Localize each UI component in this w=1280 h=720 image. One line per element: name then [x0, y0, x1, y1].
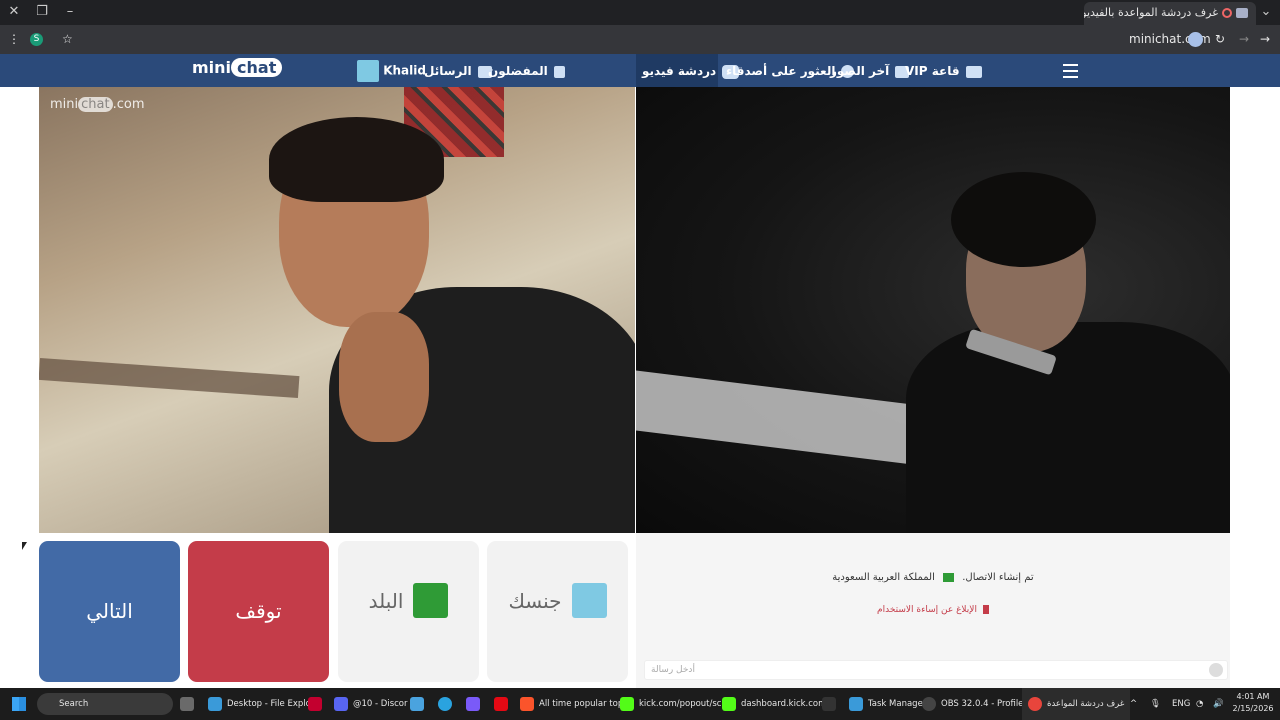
- clock-date: 2/15/2026: [1232, 704, 1274, 713]
- clock-time: 4:01 AM: [1236, 692, 1270, 701]
- nav-vip[interactable]: قاعة VIP: [905, 63, 982, 79]
- show-hidden-icons-icon[interactable]: ^: [1130, 688, 1137, 720]
- local-person: [249, 117, 635, 533]
- stop-label: توقف: [235, 599, 282, 623]
- taskbar-app-epic[interactable]: [822, 688, 841, 720]
- bookmark-icon: [553, 65, 565, 78]
- logo-chat-text: chat: [231, 58, 283, 77]
- user-avatar-icon: [357, 60, 379, 82]
- mouse-cursor: [22, 542, 27, 550]
- taskbar-clock[interactable]: 4:01 AM 2/15/2026: [1228, 691, 1278, 715]
- camera-in-use-icon[interactable]: [1188, 32, 1203, 47]
- taskbar-app-netflix[interactable]: [494, 688, 513, 720]
- logo-mini-text: mini: [192, 58, 232, 77]
- message-input[interactable]: أدخل رسالة: [644, 660, 1228, 680]
- gender-filter-button[interactable]: جنسك: [487, 541, 628, 682]
- status-text: تم إنشاء الاتصال.: [962, 572, 1034, 583]
- forward-icon[interactable]: →: [1239, 31, 1249, 48]
- bookmark-star-icon[interactable]: ☆: [62, 31, 73, 48]
- report-label: الإبلاغ عن إساءة الاستخدام: [877, 605, 977, 615]
- emoji-icon[interactable]: [1209, 663, 1223, 677]
- browser-tab-active[interactable]: غرف دردشة المواعدة بالفيديو: [1084, 2, 1256, 25]
- user-name: Khalid: [383, 63, 426, 78]
- remote-person: [906, 172, 1230, 533]
- tab-title: غرف دردشة المواعدة بالفيديو: [1084, 6, 1218, 19]
- taskbar-app-telegram[interactable]: [438, 688, 457, 720]
- taskbar-search-label: Search: [59, 699, 89, 709]
- nav-latest-photos[interactable]: آخر الصور: [830, 63, 910, 79]
- recording-icon: [1222, 8, 1232, 18]
- chat-panel: تم إنشاء الاتصال. المملكة العربية السعود…: [636, 533, 1230, 688]
- volume-icon[interactable]: 🔊: [1213, 688, 1224, 720]
- minichat-logo[interactable]: mini chat: [192, 58, 283, 77]
- nav-find-friends-label: العثور على أصدقاء: [726, 64, 836, 78]
- taskbar-app-explorer[interactable]: Desktop - File Explo: [208, 688, 311, 720]
- tab-search-icon[interactable]: ⌄: [1256, 3, 1276, 21]
- nav-favorites-label: المفضلون: [488, 64, 548, 78]
- country-filter-button[interactable]: البلد: [338, 541, 479, 682]
- user-gender-icon: [571, 583, 607, 618]
- windows-taskbar: Search Desktop - File Explo @10 - Discor…: [0, 688, 1280, 720]
- tab-media-icon: [1236, 8, 1248, 18]
- taskbar-app-kick-popout[interactable]: kick.com/popout/sc: [620, 688, 721, 720]
- minimize-window-icon[interactable]: –: [60, 3, 80, 21]
- taskbar-language[interactable]: ENG: [1172, 688, 1190, 720]
- taskbar-app-chrome[interactable]: غرف دردشة المواعدة: [1022, 688, 1131, 720]
- taskbar-app-photos[interactable]: [410, 688, 429, 720]
- next-label: التالي: [86, 599, 133, 623]
- taskbar-app-kick-dashboard[interactable]: dashboard.kick.com,: [722, 688, 829, 720]
- remote-video: [636, 87, 1230, 533]
- saudi-flag-small-icon: [943, 572, 955, 582]
- next-button[interactable]: التالي: [39, 541, 180, 682]
- taskbar-app-task-manager[interactable]: Task Manage: [849, 688, 923, 720]
- microphone-icon[interactable]: 🎙: [1150, 688, 1161, 720]
- gender-label: جنسك: [508, 588, 562, 613]
- nav-favorites[interactable]: المفضلون: [488, 63, 565, 79]
- wifi-icon[interactable]: ◔: [1196, 688, 1203, 720]
- crown-icon: [965, 65, 982, 78]
- nav-messages-label: الرسائل: [424, 64, 472, 78]
- site-nav: mini chat Khalid الرسائل المفضلون دردشة ف…: [0, 54, 1280, 87]
- browser-tab-bar: ✕ ❐ – + ✕ غرف دردشة المواعدة بالفيديو ⌄: [0, 0, 1280, 25]
- taskbar-app-brave[interactable]: All time popular top: [520, 688, 623, 720]
- country-label: البلد: [368, 588, 404, 613]
- taskbar-app-obs[interactable]: OBS 32.0.4 - Profile:: [922, 688, 1026, 720]
- menu-dots-icon[interactable]: ⋮: [8, 31, 20, 48]
- nav-user-profile[interactable]: Khalid: [351, 60, 426, 82]
- partner-country: المملكة العربية السعودية: [832, 572, 935, 583]
- taskbar-widgets-icon[interactable]: [180, 688, 199, 720]
- back-icon[interactable]: →: [1260, 31, 1270, 48]
- nav-messages[interactable]: الرسائل: [424, 63, 492, 79]
- nav-video-chat[interactable]: دردشة فيديو: [642, 63, 740, 79]
- taskbar-app-copilot[interactable]: [466, 688, 485, 720]
- nav-vip-label: قاعة VIP: [905, 64, 960, 78]
- close-window-icon[interactable]: ✕: [4, 3, 24, 21]
- reload-icon[interactable]: ↻: [1215, 31, 1225, 48]
- hamburger-menu-icon[interactable]: [1063, 64, 1078, 78]
- nav-latest-photos-label: آخر الصور: [830, 64, 890, 78]
- report-abuse-link[interactable]: الإبلاغ عن إساءة الاستخدام: [636, 605, 1230, 615]
- saudi-flag-icon: [413, 583, 449, 618]
- taskbar-search[interactable]: Search: [37, 693, 173, 715]
- nav-video-chat-label: دردشة فيديو: [642, 64, 717, 78]
- connection-status: تم إنشاء الاتصال. المملكة العربية السعود…: [636, 572, 1230, 583]
- message-placeholder: أدخل رسالة: [651, 665, 695, 675]
- restore-window-icon[interactable]: ❐: [32, 3, 52, 21]
- report-flag-icon: [982, 605, 989, 614]
- minichat-watermark: mini chat .com: [50, 97, 145, 112]
- taskbar-app-discord[interactable]: @10 - Discor: [334, 688, 408, 720]
- address-bar: ⋮ S ☆ minichat.com ↻ → →: [0, 25, 1280, 54]
- stop-button[interactable]: توقف: [188, 541, 329, 682]
- profile-avatar[interactable]: S: [30, 33, 43, 46]
- local-video: [39, 87, 635, 533]
- windows-start-icon[interactable]: [12, 697, 26, 711]
- taskbar-app-angular[interactable]: [308, 688, 327, 720]
